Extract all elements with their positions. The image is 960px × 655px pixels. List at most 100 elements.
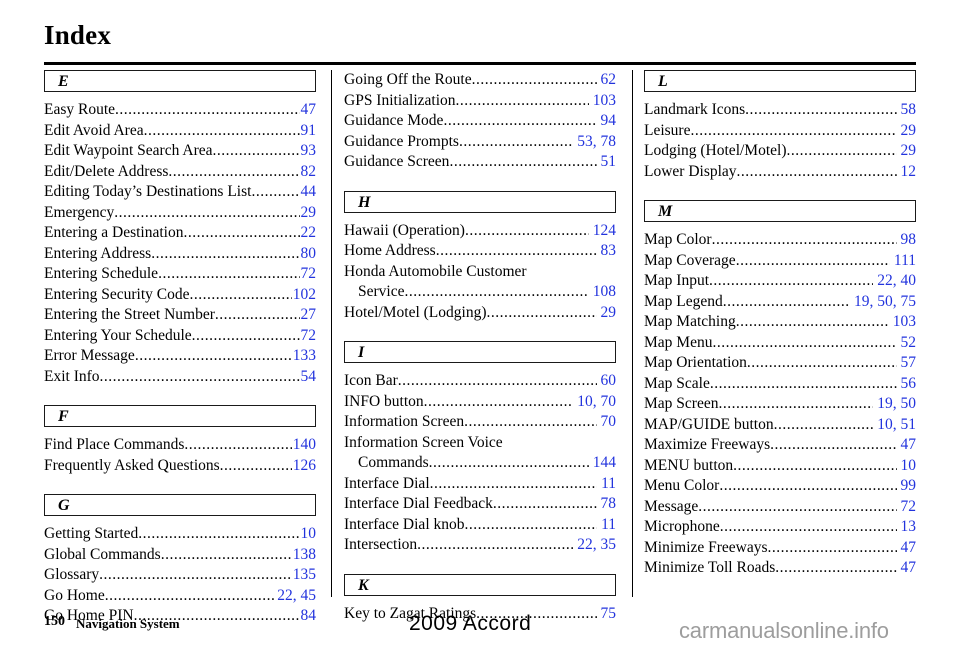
index-entry[interactable]: Entering Your Schedule..................…: [44, 326, 316, 347]
index-entry[interactable]: Hawaii (Operation)......................…: [344, 221, 616, 242]
index-entry[interactable]: Map Color...............................…: [644, 230, 916, 251]
index-entry-leader: ........................................…: [184, 436, 292, 453]
index-entry-pages: 12: [900, 162, 917, 180]
index-entry-leader: ........................................…: [397, 372, 597, 389]
index-entry-pages: 29: [300, 203, 317, 221]
index-entry[interactable]: Microphone..............................…: [644, 517, 916, 538]
index-entry[interactable]: Go Home.................................…: [44, 586, 316, 607]
index-entry[interactable]: Message.................................…: [644, 497, 916, 518]
index-entry-pages: 54: [300, 367, 317, 385]
index-entry-pages: 93: [300, 142, 317, 159]
index-entry[interactable]: Error Message...........................…: [44, 346, 316, 367]
index-entry[interactable]: Guidance Screen.........................…: [344, 152, 616, 173]
index-entry[interactable]: Map Screen..............................…: [644, 394, 916, 415]
index-entry[interactable]: Map Orientation.........................…: [644, 353, 916, 374]
index-entry[interactable]: Global Commands.........................…: [44, 545, 316, 566]
index-entry-leader: ........................................…: [158, 265, 299, 282]
index-entry[interactable]: Easy Route..............................…: [44, 100, 316, 121]
index-entry[interactable]: Map Menu................................…: [644, 333, 916, 354]
index-entry[interactable]: Map Input...............................…: [644, 271, 916, 292]
index-entry[interactable]: Information Screen......................…: [344, 412, 616, 433]
index-entry[interactable]: Menu Color..............................…: [644, 476, 916, 497]
letter-heading-i: I: [344, 341, 616, 363]
index-entry-leader: ........................................…: [464, 515, 598, 533]
index-entry[interactable]: Intersection............................…: [344, 535, 616, 556]
index-entry[interactable]: Find Place Commands.....................…: [44, 435, 316, 456]
index-entry-pages: 10, 70: [577, 392, 616, 410]
index-entry-text: Intersection: [344, 536, 418, 553]
index-entry[interactable]: Home Address............................…: [344, 241, 616, 262]
index-entry[interactable]: Entering Address........................…: [44, 244, 316, 265]
index-entry-leader: ........................................…: [219, 456, 292, 474]
index-entry[interactable]: Landmark Icons..........................…: [644, 100, 916, 121]
index-entry[interactable]: Information Screen Voice................…: [344, 433, 616, 454]
index-entry[interactable]: Map Matching............................…: [644, 312, 916, 333]
index-entry-text: Getting Started: [44, 525, 139, 542]
column-divider-1: [331, 70, 332, 597]
index-entry-pages: 22, 35: [577, 536, 616, 553]
index-entry[interactable]: Getting Started.........................…: [44, 524, 316, 545]
index-entry[interactable]: Edit/Delete Address.....................…: [44, 162, 316, 183]
index-entry[interactable]: Entering a Destination..................…: [44, 223, 316, 244]
index-entry[interactable]: Edit Avoid Area.........................…: [44, 121, 316, 142]
index-entry[interactable]: MENU button.............................…: [644, 456, 916, 477]
index-entry[interactable]: Honda Automobile Customer...............…: [344, 262, 616, 283]
index-entry-pages: 124: [592, 221, 616, 239]
index-entry-text: Commands: [358, 454, 429, 471]
index-entry-leader: ........................................…: [709, 272, 874, 289]
index-entry[interactable]: Guidance Prompts........................…: [344, 132, 616, 153]
index-entry[interactable]: Guidance Mode...........................…: [344, 111, 616, 132]
index-entry[interactable]: Interface Dial..........................…: [344, 474, 616, 495]
index-entry-pages: 83: [600, 242, 617, 259]
index-entry[interactable]: Entering the Street Number..............…: [44, 305, 316, 326]
index-entry[interactable]: Frequently Asked Questions..............…: [44, 456, 316, 477]
index-entry[interactable]: GPS Initialization......................…: [344, 91, 616, 112]
index-entry[interactable]: Leisure.................................…: [644, 121, 916, 142]
index-entry[interactable]: Service.................................…: [344, 282, 616, 303]
index-entry[interactable]: Lower Display...........................…: [644, 162, 916, 183]
index-entry-text: Information Screen Voice: [344, 433, 503, 451]
index-entry[interactable]: Edit Waypoint Search Area...............…: [44, 141, 316, 162]
index-entry[interactable]: Glossary................................…: [44, 565, 316, 586]
index-entry[interactable]: Commands................................…: [344, 453, 616, 474]
index-entry[interactable]: Interface Dial knob.....................…: [344, 515, 616, 536]
index-entry-leader: ........................................…: [114, 203, 299, 221]
index-entry[interactable]: INFO button.............................…: [344, 392, 616, 413]
index-entry[interactable]: Icon Bar................................…: [344, 371, 616, 392]
index-entry[interactable]: Exit Info...............................…: [44, 367, 316, 388]
letter-heading-label: E: [58, 73, 69, 90]
index-entry-pages: 108: [592, 283, 616, 300]
index-entry-text: Lodging (Hotel/Motel): [644, 142, 787, 159]
index-entry-leader: ........................................…: [99, 566, 292, 583]
index-entry-text: Map Coverage: [644, 251, 736, 269]
index-entry[interactable]: Emergency...............................…: [44, 203, 316, 224]
index-entry[interactable]: Interface Dial Feedback.................…: [344, 494, 616, 515]
index-entry[interactable]: Going Off the Route.....................…: [344, 70, 616, 91]
index-entry-text: Entering a Destination: [44, 224, 184, 241]
index-entry-pages: 62: [600, 71, 617, 88]
index-entry-pages: 44: [300, 183, 317, 200]
index-column-3: L Landmark Icons.........................…: [644, 70, 916, 579]
index-entry[interactable]: Maximize Freeways.......................…: [644, 435, 916, 456]
index-entry[interactable]: Minimize Toll Roads.....................…: [644, 558, 916, 579]
index-entry[interactable]: Hotel/Motel (Lodging)...................…: [344, 303, 616, 324]
index-entry-leader: ........................................…: [736, 162, 897, 180]
index-entry[interactable]: Entering Schedule.......................…: [44, 264, 316, 285]
index-entry[interactable]: Entering Security Code..................…: [44, 285, 316, 306]
index-entry-pages: 47: [900, 559, 917, 576]
index-entry[interactable]: Lodging (Hotel/Motel)...................…: [644, 141, 916, 162]
index-entry[interactable]: Map Coverage............................…: [644, 251, 916, 272]
index-entry-pages: 91: [300, 121, 317, 139]
index-entry[interactable]: MAP/GUIDE button........................…: [644, 415, 916, 436]
index-entry[interactable]: Map Legend..............................…: [644, 292, 916, 313]
index-entry-pages: 144: [592, 454, 616, 471]
index-entry[interactable]: Editing Today’s Destinations List.......…: [44, 182, 316, 203]
index-entry-pages: 72: [900, 497, 917, 515]
index-entry-text: Guidance Prompts: [344, 132, 459, 150]
index-entry-pages: 19, 50: [877, 395, 916, 412]
index-entry[interactable]: Minimize Freeways.......................…: [644, 538, 916, 559]
index-entry[interactable]: Map Scale...............................…: [644, 374, 916, 395]
index-entry-text: Home Address: [344, 242, 436, 259]
index-entry-pages: 94: [600, 112, 617, 129]
letter-heading-label: H: [358, 193, 371, 211]
